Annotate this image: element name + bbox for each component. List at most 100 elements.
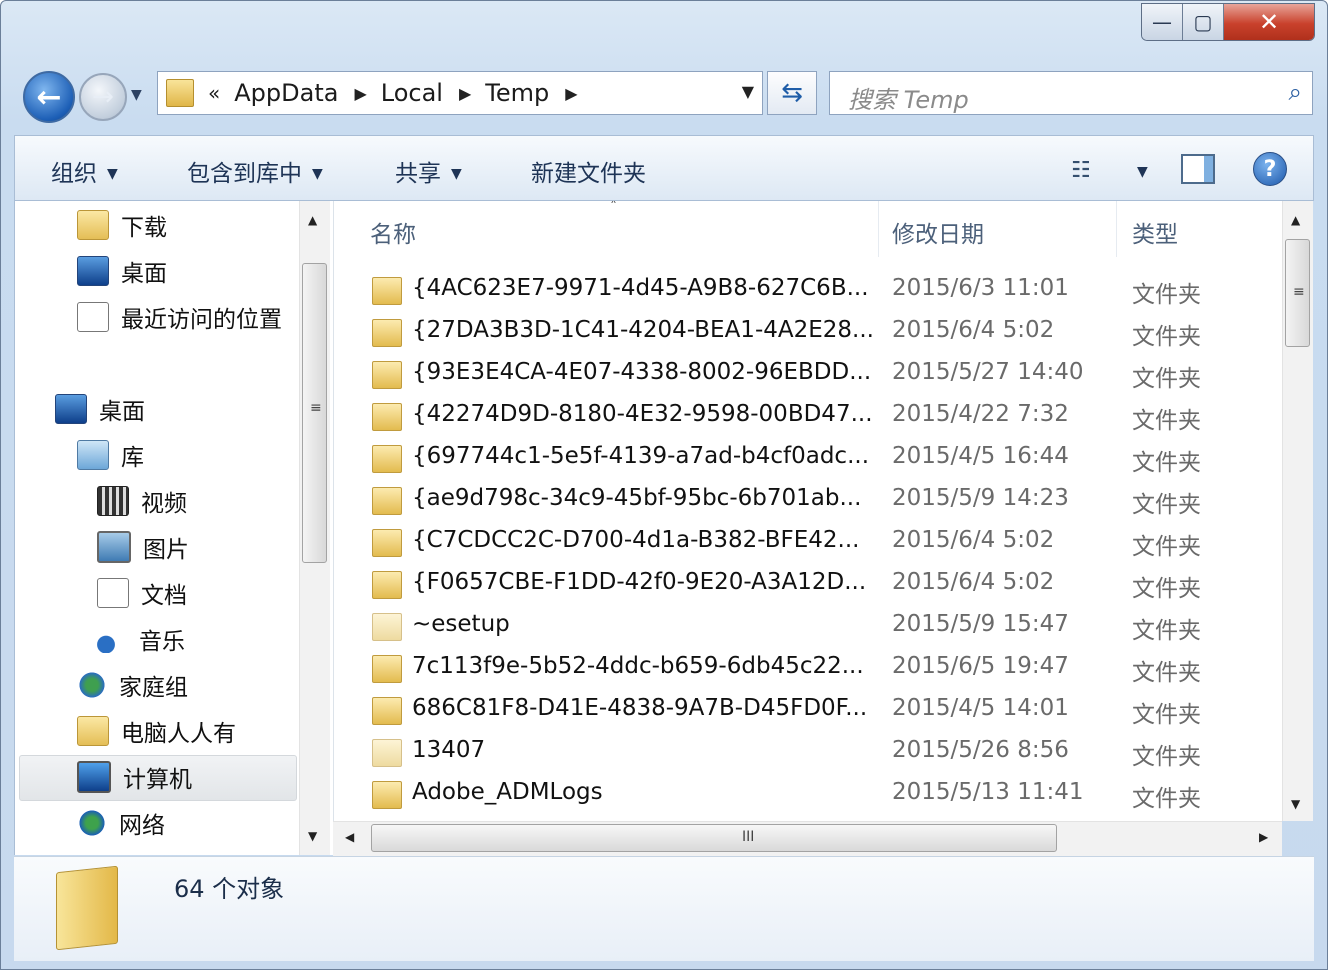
column-name[interactable]: 名称: [370, 215, 416, 249]
sidebar-item-label: 文档: [141, 583, 187, 609]
table-row[interactable]: ~esetup 2015/5/9 15:47 文件夹: [334, 605, 1282, 647]
table-row[interactable]: {42274D9D-8180-4E32-9598-00BD47... 2015/4…: [334, 395, 1282, 437]
sidebar-item-network[interactable]: 网络: [77, 803, 165, 843]
breadcrumb-temp[interactable]: Temp: [485, 79, 549, 107]
address-bar[interactable]: « AppData ▶ Local ▶ Temp ▶ ▼: [157, 71, 763, 115]
sidebar-item-label: 最近访问的位置: [121, 307, 282, 333]
chevron-right-icon[interactable]: ▶: [354, 84, 366, 103]
file-type: 文件夹: [1132, 618, 1201, 644]
column-date[interactable]: 修改日期: [892, 215, 984, 249]
sidebar-item-library[interactable]: 库: [77, 435, 144, 475]
sidebar-scrollbar[interactable]: ▲ ≡ ▼: [299, 201, 330, 855]
search-icon[interactable]: ⌕: [1289, 78, 1302, 106]
table-row[interactable]: 686C81F8-D41E-4838-9A7B-D45FD0F... 2015/4…: [334, 689, 1282, 731]
file-name: {C7CDCC2C-D700-4d1a-B382-BFE42...: [412, 527, 860, 553]
address-dropdown-icon[interactable]: ▼: [742, 82, 754, 101]
include-in-library-button[interactable]: 包含到库中 ▼: [187, 154, 323, 188]
chevron-down-icon[interactable]: ▼: [1137, 164, 1148, 180]
share-button[interactable]: 共享 ▼: [395, 154, 462, 188]
new-folder-label: 新建文件夹: [531, 161, 646, 187]
column-divider[interactable]: [878, 201, 879, 257]
sidebar-item-computer[interactable]: 计算机: [77, 757, 192, 797]
refresh-button[interactable]: ⇆: [767, 71, 817, 115]
sidebar-item-pictures[interactable]: 图片: [97, 527, 189, 567]
sidebar-item-desktop[interactable]: 桌面: [55, 389, 145, 429]
column-type[interactable]: 类型: [1132, 215, 1178, 249]
view-options-icon[interactable]: ☷: [1071, 158, 1091, 183]
scroll-down-icon[interactable]: ▼: [1291, 797, 1300, 811]
file-type: 文件夹: [1132, 366, 1201, 392]
folder-icon: [56, 865, 118, 951]
new-folder-button[interactable]: 新建文件夹: [531, 154, 646, 188]
scroll-left-icon[interactable]: ◀: [345, 830, 354, 844]
scroll-up-icon[interactable]: ▲: [308, 213, 317, 227]
table-row[interactable]: {F0657CBE-F1DD-42f0-9E20-A3A12D... 2015/6…: [334, 563, 1282, 605]
scrollbar-thumb[interactable]: III: [371, 824, 1057, 852]
sidebar-item-label: 下载: [121, 215, 167, 241]
sidebar-item-music[interactable]: 音乐: [97, 619, 185, 659]
sidebar-item-label: 桌面: [99, 399, 145, 425]
scrollbar-thumb[interactable]: ≡: [302, 263, 327, 563]
file-date: 2015/4/5 16:44: [892, 443, 1069, 469]
preview-pane-icon[interactable]: [1181, 154, 1215, 184]
file-name: {4AC623E7-9971-4d45-A9B8-627C6B...: [412, 275, 869, 301]
item-count: 64 个对象: [174, 875, 285, 903]
library-icon: [77, 440, 109, 470]
sidebar-item-downloads[interactable]: 下载: [77, 205, 167, 245]
table-row[interactable]: {4AC623E7-9971-4d45-A9B8-627C6B... 2015/6…: [334, 269, 1282, 311]
search-box[interactable]: 搜索 Temp ⌕: [829, 71, 1313, 115]
refresh-icon: ⇆: [781, 78, 803, 108]
sidebar-item-recent[interactable]: 最近访问的位置: [77, 297, 282, 337]
forward-arrow-icon[interactable]: →: [79, 73, 127, 121]
back-arrow-icon[interactable]: ←: [23, 71, 75, 123]
file-name: ~esetup: [412, 611, 510, 637]
caption-buttons: — ▢ ✕: [1141, 3, 1315, 41]
table-row[interactable]: {697744c1-5e5f-4139-a7ad-b4cf0adc... 2015…: [334, 437, 1282, 479]
organize-button[interactable]: 组织 ▼: [51, 154, 118, 188]
breadcrumb-appdata[interactable]: AppData: [234, 79, 338, 107]
scrollbar-thumb[interactable]: ≡: [1285, 239, 1310, 347]
share-label: 共享: [395, 161, 441, 187]
list-horizontal-scrollbar[interactable]: ◀ III ▶: [333, 821, 1282, 856]
table-row[interactable]: Adobe_ADMLogs 2015/5/13 11:41 文件夹: [334, 773, 1282, 815]
file-type: 文件夹: [1132, 744, 1201, 770]
sidebar-item-label: 家庭组: [119, 675, 188, 701]
table-row[interactable]: {93E3E4CA-4E07-4338-8002-96EBDD... 2015/5…: [334, 353, 1282, 395]
help-icon[interactable]: ?: [1253, 152, 1287, 186]
file-name: {27DA3B3D-1C41-4204-BEA1-4A2E28...: [412, 317, 874, 343]
music-icon: [97, 625, 127, 653]
sidebar-item-homegroup[interactable]: 家庭组: [77, 665, 188, 705]
file-date: 2015/4/22 7:32: [892, 401, 1069, 427]
breadcrumb-local[interactable]: Local: [381, 79, 443, 107]
list-vertical-scrollbar[interactable]: ▲ ≡ ▼: [1282, 201, 1313, 821]
desktop-icon: [55, 394, 87, 424]
table-row[interactable]: {27DA3B3D-1C41-4204-BEA1-4A2E28... 2015/6…: [334, 311, 1282, 353]
sort-ascending-icon: ˄: [610, 201, 617, 215]
recent-pages-dropdown[interactable]: ▼: [131, 87, 142, 103]
scroll-down-icon[interactable]: ▼: [308, 829, 317, 843]
scroll-right-icon[interactable]: ▶: [1259, 830, 1268, 844]
breadcrumb-overflow[interactable]: «: [208, 81, 220, 105]
grip-icon: III: [742, 829, 755, 845]
video-icon: [97, 486, 129, 516]
sidebar-item-documents[interactable]: 文档: [97, 573, 187, 613]
scroll-up-icon[interactable]: ▲: [1291, 213, 1300, 227]
maximize-button[interactable]: ▢: [1183, 4, 1224, 40]
folder-icon: [372, 319, 402, 347]
file-type: 文件夹: [1132, 702, 1201, 728]
sidebar-item-videos[interactable]: 视频: [97, 481, 187, 521]
sidebar-item-desktop-fav[interactable]: 桌面: [77, 251, 167, 291]
chevron-right-icon[interactable]: ▶: [459, 84, 471, 103]
minimize-button[interactable]: —: [1142, 4, 1183, 40]
table-row[interactable]: {ae9d798c-34c9-45bf-95bc-6b701ab... 2015/…: [334, 479, 1282, 521]
download-folder-icon: [77, 210, 109, 240]
close-button[interactable]: ✕: [1224, 4, 1314, 40]
sidebar-item-user[interactable]: 电脑人人有: [77, 711, 236, 751]
table-row[interactable]: {C7CDCC2C-D700-4d1a-B382-BFE42... 2015/6/…: [334, 521, 1282, 563]
sidebar-item-label: 音乐: [139, 629, 185, 655]
table-row[interactable]: 7c113f9e-5b52-4ddc-b659-6db45c22... 2015/…: [334, 647, 1282, 689]
column-divider[interactable]: [1116, 201, 1117, 257]
chevron-right-icon[interactable]: ▶: [565, 84, 577, 103]
file-date: 2015/5/9 14:23: [892, 485, 1069, 511]
table-row[interactable]: 13407 2015/5/26 8:56 文件夹: [334, 731, 1282, 773]
